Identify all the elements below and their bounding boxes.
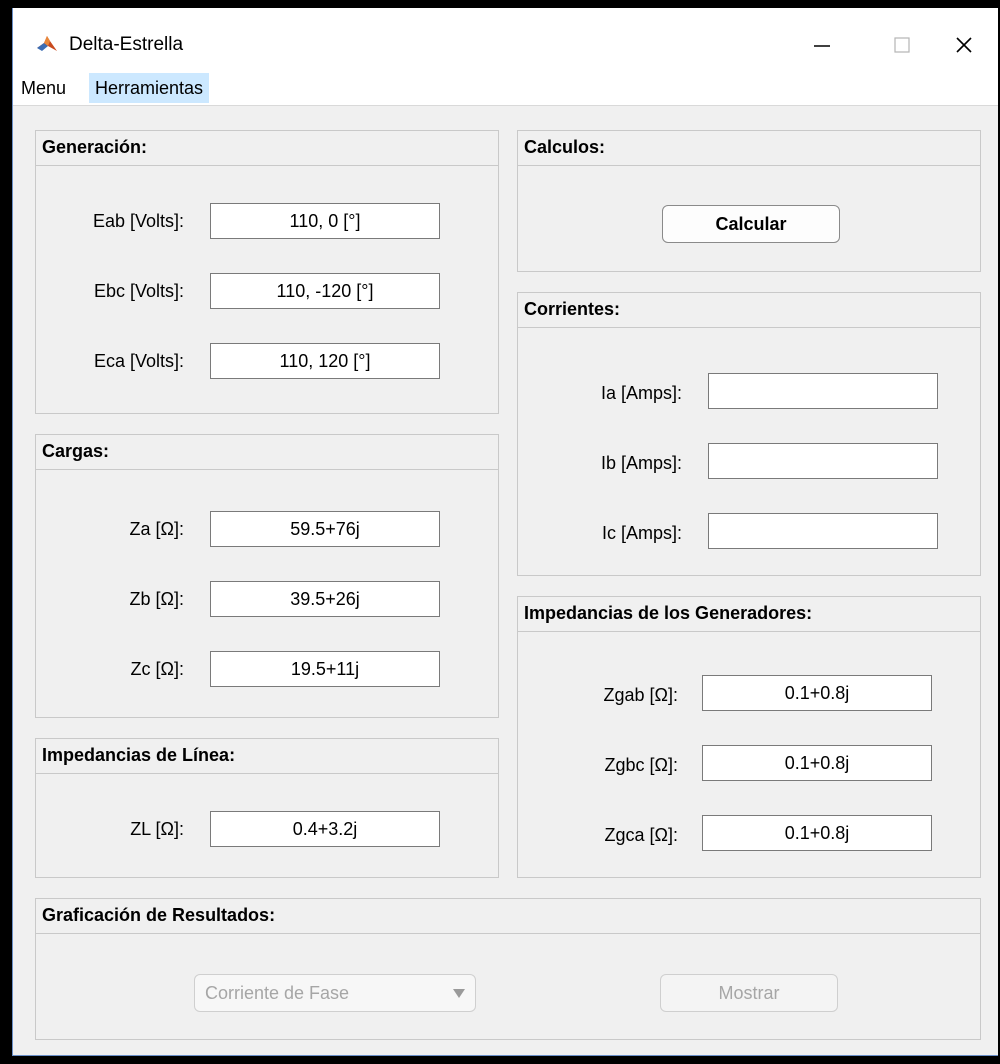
ebc-label: Ebc [Volts]: bbox=[93, 281, 184, 301]
mostrar-button[interactable]: Mostrar bbox=[660, 974, 838, 1012]
panel-graficacion-title: Graficación de Resultados: bbox=[36, 899, 980, 934]
panel-corrientes-title: Corrientes: bbox=[518, 293, 980, 328]
zc-label: Zc [Ω]: bbox=[130, 659, 184, 679]
eca-input[interactable] bbox=[210, 343, 440, 379]
panel-linea-title: Impedancias de Línea: bbox=[36, 739, 498, 774]
title-bar[interactable]: Delta-Estrella bbox=[13, 8, 998, 70]
close-icon bbox=[956, 37, 972, 53]
result-type-value: Corriente de Fase bbox=[205, 983, 350, 1003]
panel-linea: Impedancias de Línea: ZL [Ω]: bbox=[35, 738, 499, 878]
zb-label: Zb [Ω]: bbox=[129, 589, 184, 609]
zgbc-label: Zgbc [Ω]: bbox=[604, 755, 678, 775]
zl-label: ZL [Ω]: bbox=[130, 819, 184, 839]
ia-output[interactable] bbox=[708, 373, 938, 409]
panel-graficacion: Graficación de Resultados: Corriente de … bbox=[35, 898, 981, 1040]
menu-item-menu[interactable]: Menu bbox=[15, 73, 72, 103]
zgca-input[interactable] bbox=[702, 815, 932, 851]
panel-generadores: Impedancias de los Generadores: Zgab [Ω]… bbox=[517, 596, 981, 878]
zc-input[interactable] bbox=[210, 651, 440, 687]
ic-label: Ic [Amps]: bbox=[601, 523, 682, 543]
window-title: Delta-Estrella bbox=[69, 34, 184, 55]
ic-output[interactable] bbox=[708, 513, 938, 549]
panel-generacion-title: Generación: bbox=[36, 131, 498, 166]
za-label: Za [Ω]: bbox=[129, 519, 184, 539]
app-window: Delta-Estrella Menu Herramientas Generac… bbox=[12, 8, 998, 1056]
ia-label: Ia [Amps]: bbox=[600, 383, 682, 403]
panel-corrientes: Corrientes: Ia [Amps]: Ib [Amps]: Ic [Am… bbox=[517, 292, 981, 576]
eca-label: Eca [Volts]: bbox=[93, 351, 184, 371]
panel-generadores-title: Impedancias de los Generadores: bbox=[518, 597, 980, 632]
eab-label: Eab [Volts]: bbox=[92, 211, 184, 231]
panel-calculos: Calculos: Calcular bbox=[517, 130, 981, 272]
minimize-button[interactable] bbox=[793, 24, 851, 66]
menu-item-herramientas[interactable]: Herramientas bbox=[89, 73, 210, 103]
maximize-button[interactable] bbox=[873, 24, 931, 66]
zgca-label: Zgca [Ω]: bbox=[604, 825, 678, 845]
matlab-icon bbox=[36, 34, 58, 54]
ib-label: Ib [Amps]: bbox=[600, 453, 682, 473]
panel-cargas: Cargas: Za [Ω]: Zb [Ω]: Zc [Ω]: bbox=[35, 434, 499, 718]
panel-generacion: Generación: Eab [Volts]: Ebc [Volts]: Ec… bbox=[35, 130, 499, 414]
zgbc-input[interactable] bbox=[702, 745, 932, 781]
calcular-button[interactable]: Calcular bbox=[662, 205, 840, 243]
minimize-icon bbox=[814, 45, 830, 47]
zgab-label: Zgab [Ω]: bbox=[603, 685, 679, 705]
panel-cargas-title: Cargas: bbox=[36, 435, 498, 470]
close-button[interactable] bbox=[935, 24, 993, 66]
za-input[interactable] bbox=[210, 511, 440, 547]
ib-output[interactable] bbox=[708, 443, 938, 479]
menu-bar: Menu Herramientas bbox=[13, 70, 998, 106]
maximize-icon bbox=[894, 37, 910, 53]
ebc-input[interactable] bbox=[210, 273, 440, 309]
zgab-input[interactable] bbox=[702, 675, 932, 711]
dropdown-arrow-icon bbox=[453, 989, 465, 998]
eab-input[interactable] bbox=[210, 203, 440, 239]
result-type-select[interactable]: Corriente de Fase bbox=[194, 974, 476, 1012]
zb-input[interactable] bbox=[210, 581, 440, 617]
zl-input[interactable] bbox=[210, 811, 440, 847]
panel-calculos-title: Calculos: bbox=[518, 131, 980, 166]
